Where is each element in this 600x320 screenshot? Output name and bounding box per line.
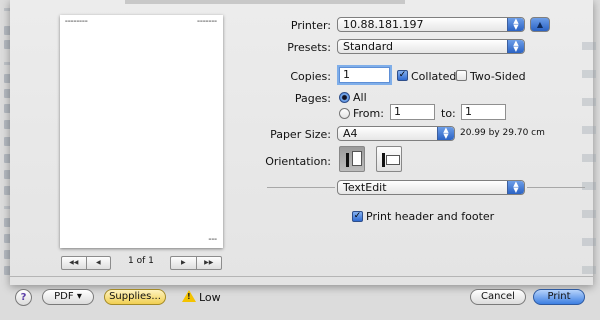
print-header-footer-checkbox[interactable]: ✓ (352, 211, 363, 222)
print-header-footer-label: Print header and footer (366, 210, 495, 223)
pages-label: Pages: (294, 92, 331, 105)
printer-value: 10.88.181.197 (343, 18, 424, 31)
two-sided-label: Two-Sided (470, 70, 526, 83)
preview-nav-back-group: ◀◀ ◀ (61, 256, 111, 270)
pages-from-radio[interactable] (339, 108, 350, 119)
paper-size-value: A4 (343, 127, 358, 140)
pages-all-radio[interactable] (339, 92, 350, 103)
disclosure-up-icon[interactable]: ▲ (530, 17, 550, 32)
preview-footer: ▬▬▬ (208, 237, 217, 241)
supplies-button[interactable]: Supplies... (104, 289, 166, 305)
separator-right (527, 187, 585, 188)
landscape-figure-icon (382, 153, 385, 167)
next-page-button[interactable]: ▶ (171, 257, 196, 269)
cancel-button[interactable]: Cancel (470, 289, 526, 305)
presets-select[interactable]: Standard ▲ ▼ (337, 39, 525, 54)
presets-value: Standard (343, 40, 394, 53)
pages-all-label: All (353, 91, 367, 104)
app-panel-select[interactable]: TextEdit ▲ ▼ (337, 180, 525, 195)
two-sided-checkbox[interactable] (456, 70, 467, 81)
page-indicator: 1 of 1 (128, 256, 154, 266)
background-right-column (576, 0, 600, 285)
last-page-button[interactable]: ▶▶ (195, 257, 222, 269)
pages-from-label: From: (353, 107, 384, 120)
paper-size-dimensions: 20.99 by 29.70 cm (460, 128, 545, 138)
paper-size-select[interactable]: A4 ▲ ▼ (337, 126, 455, 141)
pdf-button[interactable]: PDF ▾ (42, 289, 94, 305)
landscape-orientation-button[interactable] (376, 146, 402, 172)
preview-header-left: ▬▬▬▬▬▬▬▬ (65, 19, 88, 23)
portrait-orientation-button[interactable] (339, 146, 365, 172)
printer-select[interactable]: 10.88.181.197 ▲ ▼ (337, 17, 525, 32)
pages-to-field[interactable]: 1 (461, 104, 506, 120)
pages-from-field[interactable]: 1 (390, 104, 435, 120)
copies-label: Copies: (290, 70, 331, 83)
previous-page-button[interactable]: ◀ (85, 257, 111, 269)
separator-left (267, 187, 335, 188)
portrait-figure-icon (346, 153, 349, 167)
app-panel-value: TextEdit (343, 181, 387, 194)
pages-to-label: to: (441, 107, 456, 120)
supply-status-text: Low (199, 291, 221, 304)
presets-label: Presets: (287, 41, 331, 54)
popup-arrows-icon: ▲ ▼ (437, 127, 454, 140)
popup-arrows-icon: ▲ ▼ (507, 40, 524, 53)
popup-arrows-icon: ▲ ▼ (507, 181, 524, 194)
preview-nav-forward-group: ▶ ▶▶ (170, 256, 222, 270)
preview-header-right: ▬▬▬▬▬▬▬ (197, 19, 217, 23)
print-button[interactable]: Print (533, 289, 585, 305)
popup-arrows-icon: ▲ ▼ (507, 18, 524, 31)
collated-label: Collated (411, 70, 457, 83)
printer-label: Printer: (290, 19, 331, 32)
orientation-label: Orientation: (265, 155, 331, 168)
first-page-button[interactable]: ◀◀ (62, 257, 86, 269)
paper-size-label: Paper Size: (270, 128, 331, 141)
print-preview-page: ▬▬▬▬▬▬▬▬ ▬▬▬▬▬▬▬ ▬▬▬ (60, 15, 223, 248)
warning-icon: ! (182, 290, 196, 302)
help-icon[interactable]: ? (15, 289, 32, 306)
copies-field[interactable]: 1 (339, 67, 390, 83)
sheet-top-edge (125, 0, 405, 4)
collated-checkbox[interactable]: ✓ (397, 70, 408, 81)
bottom-separator (10, 276, 593, 277)
